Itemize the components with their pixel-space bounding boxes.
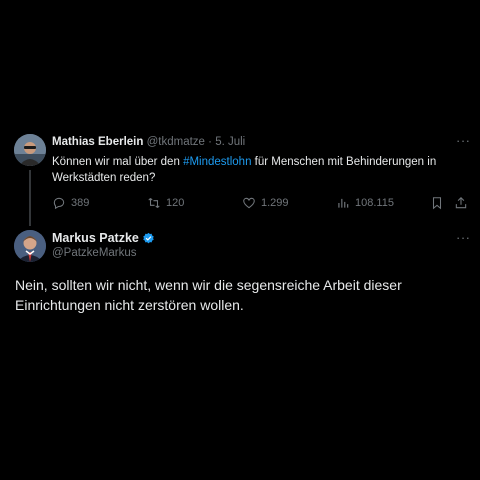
reply-header: Markus Patzke @PatzkeMarkus — [52, 231, 155, 259]
thread-line — [29, 170, 31, 226]
tweet-text: Können wir mal über den #Mindestlohn für… — [52, 155, 472, 186]
reply-count: 389 — [71, 197, 90, 209]
separator: · — [208, 136, 212, 148]
reply-text: Nein, sollten wir nicht, wenn wir die se… — [15, 277, 402, 313]
hashtag-link[interactable]: #Mindestlohn — [183, 156, 251, 168]
like-button[interactable]: 1.299 — [242, 196, 289, 210]
views-count: 108.115 — [355, 197, 394, 209]
avatar-photo — [14, 230, 46, 262]
heart-icon — [243, 197, 255, 209]
reply-icon — [53, 197, 65, 210]
avatar-photo — [14, 134, 46, 166]
avatar[interactable] — [14, 230, 46, 262]
retweet-icon — [148, 197, 160, 209]
tweet-text-before: Können wir mal über den — [52, 156, 184, 168]
more-horizontal-icon[interactable]: ··· — [456, 230, 471, 245]
author-name-row: Markus Patzke — [52, 231, 155, 245]
like-count: 1.299 — [261, 197, 289, 209]
author-name[interactable]: Mathias Eberlein — [52, 136, 143, 148]
bookmark-button[interactable] — [430, 196, 449, 210]
reply-button[interactable]: 389 — [52, 196, 89, 210]
bookmark-icon — [432, 197, 442, 210]
tweet-date[interactable]: 5. Juli — [215, 136, 245, 148]
tweet-actions: 389 120 1.299 108.115 — [52, 196, 472, 212]
author-handle[interactable]: @PatzkeMarkus — [52, 247, 155, 259]
verified-badge-icon[interactable] — [142, 232, 155, 245]
author-handle[interactable]: @tkdmatze — [147, 136, 205, 148]
retweet-button[interactable]: 120 — [147, 196, 184, 210]
tweet-header: Mathias Eberlein @tkdmatze · 5. Juli — [52, 136, 245, 148]
views-icon — [338, 198, 349, 208]
share-icon — [455, 197, 467, 209]
quoted-tweet[interactable]: Mathias Eberlein @tkdmatze · 5. Juli ···… — [0, 128, 480, 226]
more-horizontal-icon[interactable]: ··· — [456, 133, 471, 148]
retweet-count: 120 — [166, 197, 185, 209]
author-name[interactable]: Markus Patzke — [52, 231, 139, 245]
views-button[interactable]: 108.115 — [336, 196, 394, 210]
share-button[interactable] — [454, 196, 473, 210]
avatar[interactable] — [14, 134, 46, 166]
